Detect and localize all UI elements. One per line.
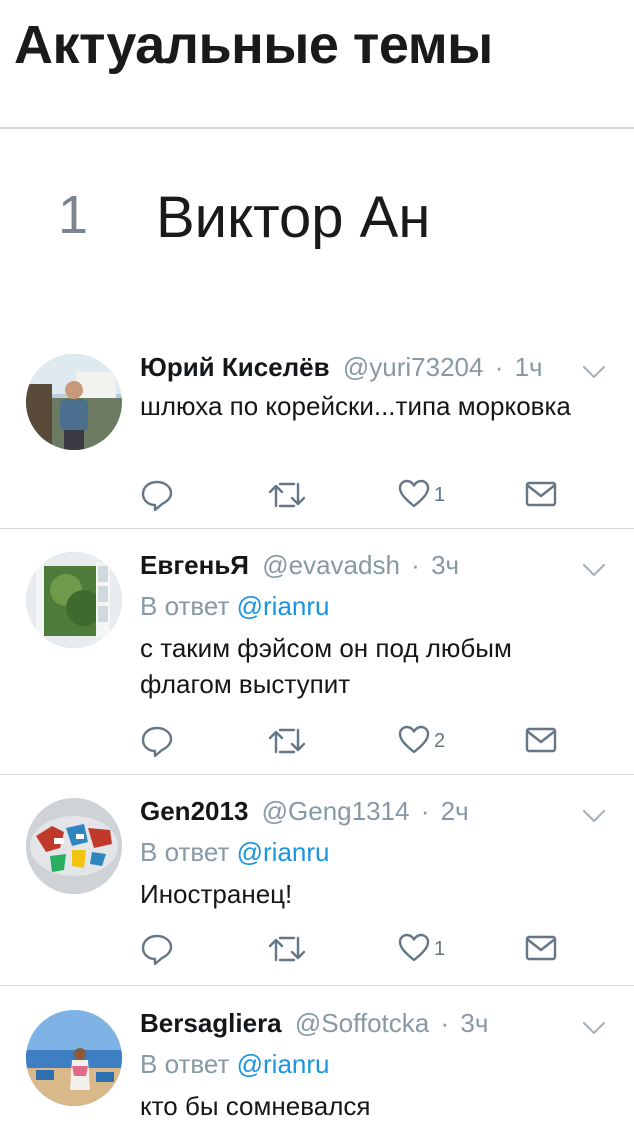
chevron-down-icon[interactable] xyxy=(580,560,608,580)
chevron-down-icon[interactable] xyxy=(580,806,608,826)
trend-item[interactable]: 1 Виктор Ан xyxy=(0,180,634,260)
reply-context: В ответ @rianru xyxy=(140,589,330,623)
tweet-time[interactable]: 3ч xyxy=(431,550,459,580)
reply-context: В ответ @rianru xyxy=(140,835,330,869)
tweet-meta: Bersagliera @Soffotcka · 3ч xyxy=(140,1006,488,1040)
reply-mention[interactable]: @rianru xyxy=(237,1049,330,1079)
reply-icon[interactable] xyxy=(140,478,174,512)
tweet-time[interactable]: 3ч xyxy=(460,1008,488,1038)
retweet-icon[interactable] xyxy=(268,934,306,968)
meta-separator: · xyxy=(494,352,504,382)
avatar[interactable] xyxy=(26,552,122,648)
author-name[interactable]: Bersagliera xyxy=(140,1008,282,1038)
author-name[interactable]: ЕвгеньЯ xyxy=(140,550,249,580)
tweet-divider xyxy=(0,985,634,986)
reply-icon[interactable] xyxy=(140,932,174,966)
author-handle[interactable]: @yuri73204 xyxy=(343,352,484,382)
chevron-down-icon[interactable] xyxy=(580,362,608,382)
trends-page: Актуальные темы 1 Виктор Ан Юрий Киселёв… xyxy=(0,0,634,1136)
trend-name[interactable]: Виктор Ан xyxy=(156,184,430,251)
meta-separator: · xyxy=(420,796,430,826)
envelope-icon[interactable] xyxy=(525,726,557,760)
heart-icon[interactable] xyxy=(398,933,430,967)
envelope-icon[interactable] xyxy=(525,934,557,968)
meta-separator: · xyxy=(440,1008,450,1038)
tweet-meta: Gen2013 @Geng1314 · 2ч xyxy=(140,794,469,828)
tweet-meta: ЕвгеньЯ @evavadsh · 3ч xyxy=(140,548,459,582)
retweet-icon[interactable] xyxy=(268,480,306,514)
tweet-text: с таким фэйсом он под любым флагом высту… xyxy=(140,633,512,699)
heart-icon[interactable] xyxy=(398,725,430,759)
retweet-icon[interactable] xyxy=(268,726,306,760)
author-handle[interactable]: @Geng1314 xyxy=(262,796,410,826)
reply-prefix: В ответ xyxy=(140,591,230,621)
like-count: 1 xyxy=(434,938,446,960)
tweet-text: кто бы сомневался xyxy=(140,1091,371,1121)
author-handle[interactable]: @evavadsh xyxy=(262,550,400,580)
tweet-divider xyxy=(0,774,634,775)
tweet-time[interactable]: 2ч xyxy=(441,796,469,826)
avatar[interactable] xyxy=(26,354,122,450)
chevron-down-icon[interactable] xyxy=(580,1018,608,1038)
reply-icon[interactable] xyxy=(140,724,174,758)
page-title: Актуальные темы xyxy=(14,15,493,75)
avatar[interactable] xyxy=(26,798,122,894)
like-count: 1 xyxy=(434,484,446,506)
trend-rank: 1 xyxy=(58,185,89,245)
like-count: 2 xyxy=(434,730,446,752)
author-name[interactable]: Юрий Киселёв xyxy=(140,352,330,382)
tweet-text: Иностранец! xyxy=(140,879,293,909)
reply-mention[interactable]: @rianru xyxy=(237,837,330,867)
author-handle[interactable]: @Soffotcka xyxy=(295,1008,429,1038)
author-name[interactable]: Gen2013 xyxy=(140,796,248,826)
reply-prefix: В ответ xyxy=(140,837,230,867)
tweet-divider xyxy=(0,528,634,529)
tweet-text: шлюха по корейски...типа морковка xyxy=(140,391,571,421)
tweet-time[interactable]: 1ч xyxy=(515,352,543,382)
avatar[interactable] xyxy=(26,1010,122,1106)
heart-icon[interactable] xyxy=(398,479,430,513)
envelope-icon[interactable] xyxy=(525,480,557,514)
meta-separator: · xyxy=(411,550,420,580)
reply-mention[interactable]: @rianru xyxy=(237,591,330,621)
tweet-meta: Юрий Киселёв @yuri73204 · 1ч xyxy=(140,350,543,384)
reply-context: В ответ @rianru xyxy=(140,1047,330,1081)
header-divider xyxy=(0,127,634,129)
reply-prefix: В ответ xyxy=(140,1049,230,1079)
